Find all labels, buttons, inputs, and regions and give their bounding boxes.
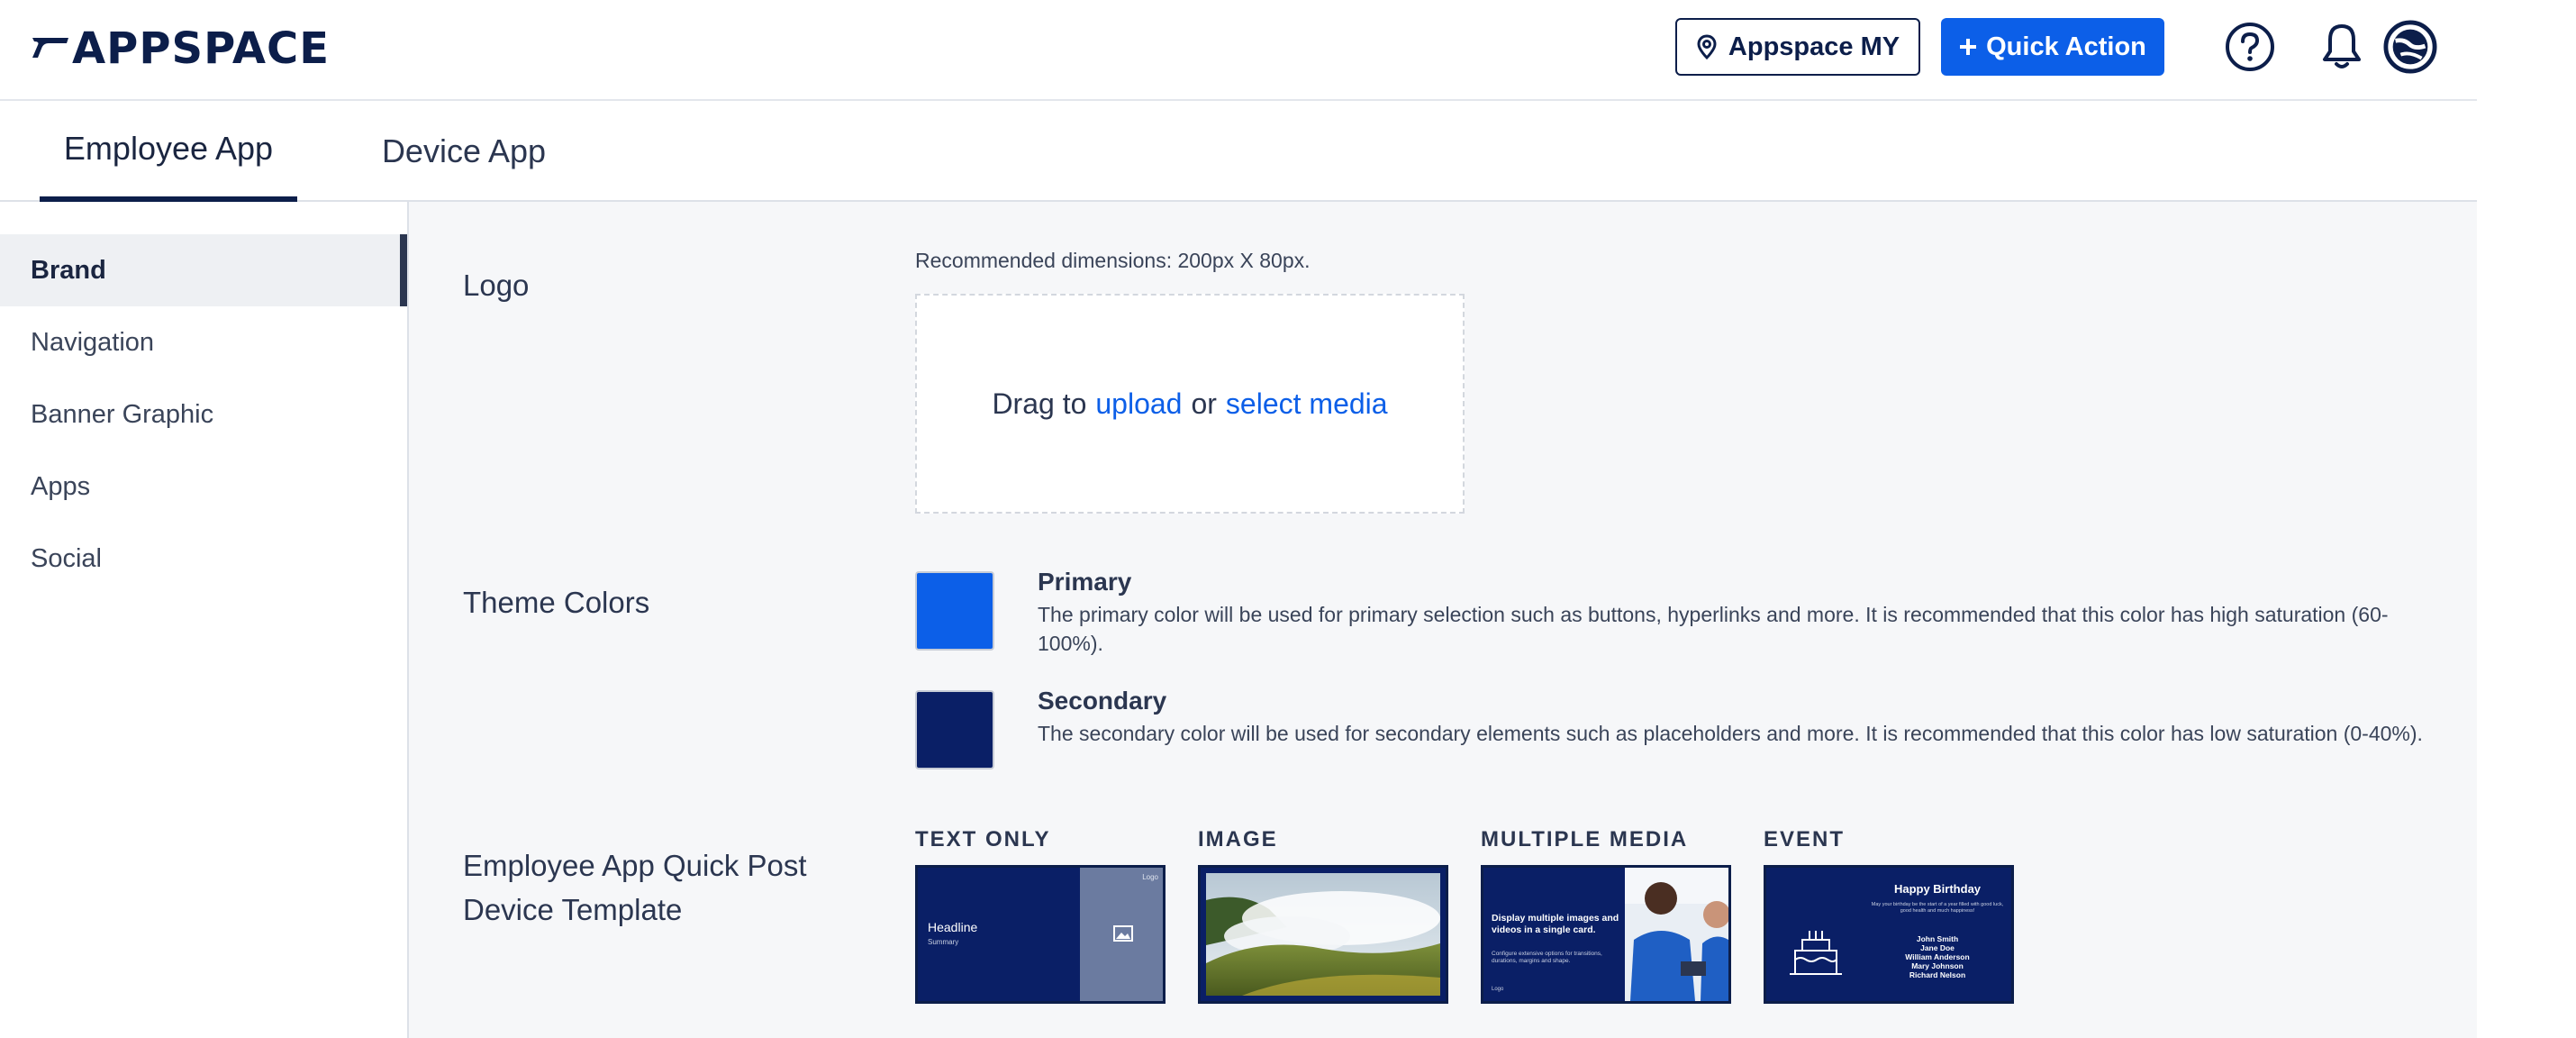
dropzone-prefix: Drag to [992,387,1087,420]
logo-dropzone[interactable]: Drag to upload or select media [915,294,1465,514]
template-label-image: IMAGE [1198,827,1278,851]
bell-icon [2323,24,2361,68]
event-message: May your birthday be the start of a year… [1871,902,2004,914]
question-circle-icon [2226,23,2274,71]
sidebar-item-apps[interactable]: Apps [0,451,407,523]
globe-avatar-icon [2383,20,2437,74]
profile-button[interactable] [2383,20,2437,74]
primary-color-swatch[interactable] [915,571,994,651]
image-placeholder: Logo [1080,868,1163,1001]
secondary-color-swatch[interactable] [915,690,994,769]
location-label: Appspace MY [1728,32,1900,61]
event-name: Jane Doe [1920,943,1955,952]
logo-dimensions-hint: Recommended dimensions: 200px X 80px. [915,249,1311,272]
sidebar-item-label: Apps [31,471,91,501]
landscape-photo [1206,873,1440,996]
secondary-color-title: Secondary [1038,687,1167,715]
sidebar-item-banner-graphic[interactable]: Banner Graphic [0,378,407,451]
template-card-multiple-media[interactable]: Display multiple images and videos in a … [1481,865,1731,1004]
template-label-multiple-media: MULTIPLE MEDIA [1481,827,1689,851]
primary-color-title: Primary [1038,568,1132,596]
top-header: APPSPACE Appspace MY Quick Action [0,0,2477,101]
logo-section-label: Logo [463,269,530,302]
template-card-image[interactable] [1198,865,1448,1004]
tab-employee-app[interactable]: Employee App [40,101,297,202]
multi-media-body: Configure extensive options for transiti… [1492,951,1602,964]
quick-action-button[interactable]: Quick Action [1941,18,2164,76]
event-name: Richard Nelson [1909,970,1966,979]
upload-link[interactable]: upload [1095,387,1182,421]
template-label-line2: Device Template [463,893,683,926]
sidebar-item-navigation[interactable]: Navigation [0,306,407,378]
image-placeholder-icon [1113,925,1133,942]
dropzone-or: or [1191,387,1217,420]
tab-device-app[interactable]: Device App [360,101,567,202]
sidebar-item-label: Navigation [31,327,155,357]
tab-label: Employee App [63,130,274,167]
sidebar-item-social[interactable]: Social [0,523,407,595]
template-summary: Summary [928,938,959,946]
appspace-logo[interactable]: APPSPACE [31,23,330,74]
primary-color-description: The primary color will be used for prima… [1038,603,2389,655]
appspace-logo-mark-icon [32,38,68,58]
notifications-button[interactable] [2315,20,2369,74]
select-media-link[interactable]: select media [1226,387,1388,421]
template-logo-label: Logo [1142,873,1158,881]
theme-colors-label: Theme Colors [463,586,650,619]
help-button[interactable] [2223,20,2277,74]
event-name: John Smith [1916,934,1959,943]
sidebar-item-label: Banner Graphic [31,399,214,429]
event-name: William Anderson [1905,952,1970,961]
settings-sidebar: Brand Navigation Banner Graphic Apps Soc… [0,202,409,1038]
brand-settings-panel: Logo Recommended dimensions: 200px X 80p… [409,202,2477,1038]
app-tabs: Employee App Device App [0,101,2477,202]
birthday-cake-icon [1790,931,1842,975]
quick-action-label: Quick Action [1986,32,2146,61]
template-label-line1: Employee App Quick Post [463,849,807,882]
event-title: Happy Birthday [1893,882,1982,896]
event-names: John Smith Jane Doe William Anderson Mar… [1865,934,2009,979]
template-label-text-only: TEXT ONLY [915,827,1051,851]
map-pin-icon [1697,34,1717,59]
template-card-text-only[interactable]: Logo Headline Summary [915,865,1166,1004]
sidebar-item-label: Brand [31,255,106,285]
brand-name: APPSPACE [72,23,331,74]
template-label-event: EVENT [1764,827,1846,851]
people-photo [1625,868,1728,1001]
event-name: Mary Johnson [1911,961,1964,970]
quick-post-template-label: Employee App Quick Post Device Template [463,843,807,932]
template-logo-label: Logo [1492,987,1504,992]
sidebar-item-label: Social [31,543,102,573]
multi-media-headline: Display multiple images and videos in a … [1492,913,1619,935]
location-selector-button[interactable]: Appspace MY [1675,18,1920,76]
template-card-event[interactable]: Happy Birthday May your birthday be the … [1764,865,2014,1004]
sidebar-item-brand[interactable]: Brand [0,234,407,306]
tab-label: Device App [381,132,547,169]
secondary-color-description: The secondary color will be used for sec… [1038,722,2423,745]
plus-icon [1960,39,1977,55]
template-headline: Headline [928,920,978,934]
